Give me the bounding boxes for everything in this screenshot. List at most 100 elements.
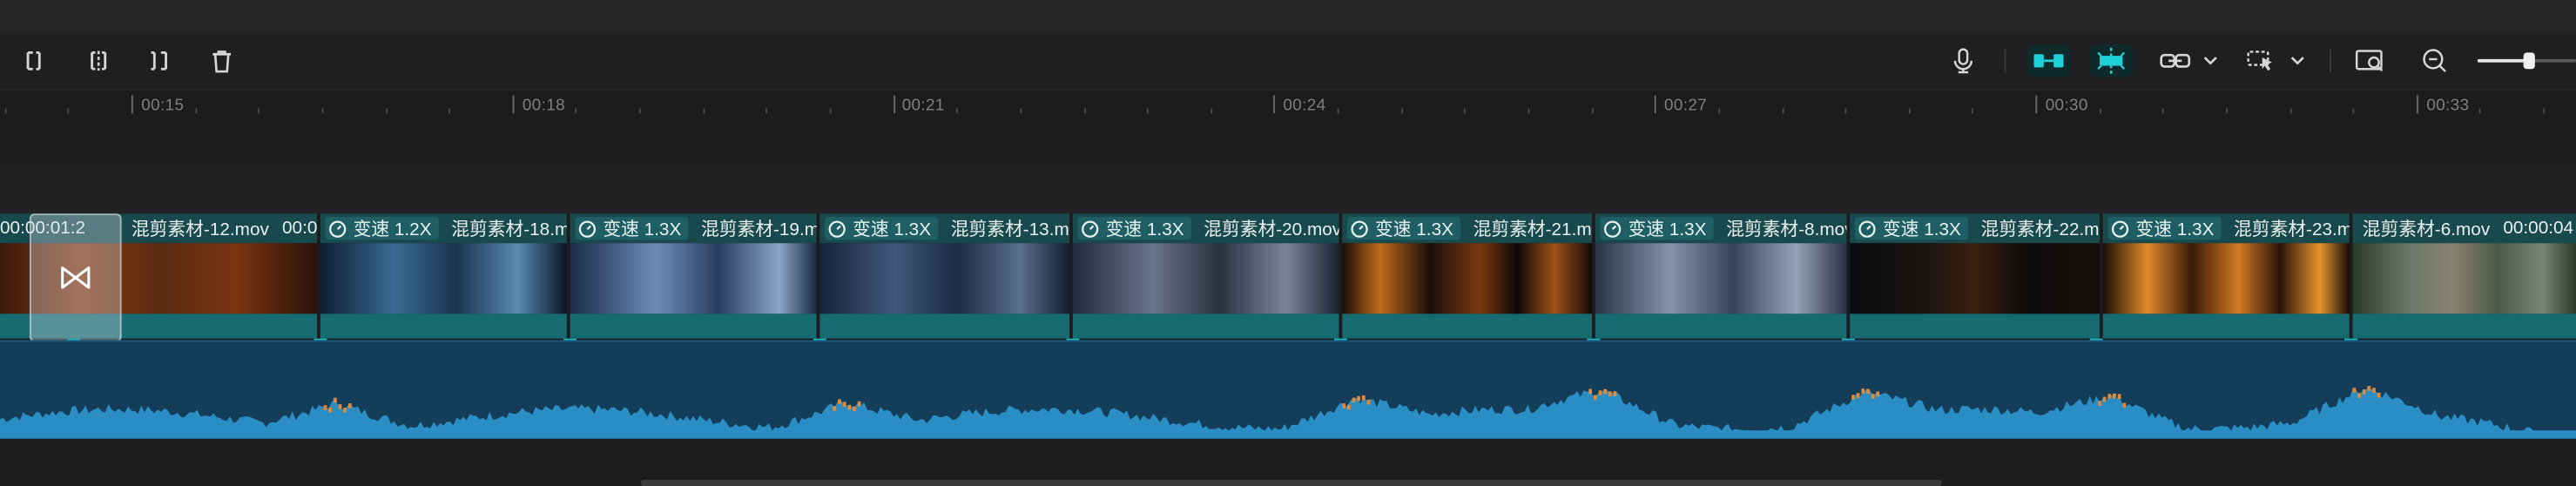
clip-thumbnails[interactable] [819, 243, 1070, 314]
waveform-peak [333, 397, 337, 403]
ruler-major-tick [131, 95, 133, 114]
speed-badge: 变速 1.3X [575, 217, 688, 240]
chevron-down-icon[interactable] [2287, 44, 2307, 78]
clip-footer[interactable] [1072, 314, 1339, 339]
clip-footer[interactable] [2352, 314, 2576, 339]
clip-footer[interactable] [819, 314, 1070, 339]
ruler-minor-tick [956, 108, 959, 114]
clip-header[interactable]: 混剪素材-6.mov 00:00:04 [2352, 213, 2576, 244]
ruler-minor-tick [2099, 108, 2101, 114]
audio-track[interactable] [0, 340, 2576, 441]
link-icon[interactable] [2157, 44, 2194, 78]
waveform-peak [2117, 394, 2121, 400]
split-right-icon[interactable] [145, 44, 174, 78]
screenshot-icon[interactable] [2352, 44, 2389, 78]
empty-track[interactable] [0, 164, 2576, 214]
split-center-icon[interactable] [84, 44, 113, 78]
speed-label: 变速 1.3X [1375, 219, 1453, 240]
clip-name: 混剪素材-20.mov [1204, 219, 1339, 240]
ruler-minor-tick [765, 108, 768, 114]
speed-badge: 变速 1.3X [1077, 217, 1191, 240]
clip-header[interactable]: 变速 1.3X 混剪素材-19.mo [570, 213, 817, 244]
ruler-minor-tick [2479, 108, 2482, 114]
ruler-minor-tick [1527, 108, 1530, 114]
waveform-peak [1876, 391, 1880, 397]
clip-thumbnails[interactable] [1595, 243, 1847, 314]
ruler-major-tick [2416, 95, 2418, 114]
ruler-minor-tick [2289, 108, 2291, 114]
clip-name: 混剪素材-22.mo [1980, 219, 2100, 240]
ruler-minor-tick [1972, 108, 1974, 114]
clip-footer[interactable] [1850, 314, 2100, 339]
waveform-peak [1871, 394, 1875, 399]
waveform-peak [1598, 390, 1602, 395]
clip-thumbnails[interactable] [570, 243, 817, 314]
chevron-down-icon[interactable] [2200, 44, 2220, 78]
clip-header[interactable]: 变速 1.3X 混剪素材-13.mo [819, 213, 1070, 244]
ruler-major-tick [512, 95, 515, 114]
waveform-peak [853, 406, 856, 412]
clip-thumbnails[interactable] [320, 243, 567, 314]
speed-label: 变速 1.3X [1882, 219, 1961, 240]
clip-header[interactable]: 变速 1.3X 混剪素材-22.mo [1850, 213, 2100, 244]
clip-thumbnails[interactable] [1850, 243, 2100, 314]
ruler-label: 00:30 [2045, 97, 2088, 116]
clip-thumbnails[interactable] [1342, 243, 1593, 314]
ruler-minor-tick [639, 108, 641, 114]
clip-footer[interactable] [320, 314, 567, 339]
clip-footer[interactable] [1595, 314, 1847, 339]
waveform-peak [838, 399, 841, 405]
waveform-peak [833, 406, 837, 411]
clip-thumbnails[interactable] [2352, 243, 2576, 314]
clip-header[interactable]: 变速 1.2X 混剪素材-18.mo [320, 213, 567, 244]
clip-header[interactable]: 变速 1.3X 混剪素材-8.mov [1595, 213, 1847, 244]
cursor-select-icon[interactable] [2244, 44, 2281, 78]
audio-waveform [0, 386, 2576, 441]
toolbar-separator [2004, 49, 2006, 73]
transition-block[interactable] [29, 213, 122, 342]
clip-header[interactable]: 变速 1.3X 混剪素材-20.mov [1072, 213, 1339, 244]
clip-footer[interactable] [2102, 314, 2350, 339]
ruler-minor-tick [1083, 108, 1086, 114]
ruler-label: 00:21 [901, 97, 945, 116]
ruler-minor-tick [1591, 108, 1594, 114]
horizontal-scrollbar[interactable] [640, 479, 1942, 486]
zoom-out-icon[interactable] [2418, 44, 2451, 78]
ruler-minor-tick [321, 108, 324, 114]
clip-header[interactable]: 变速 1.3X 混剪素材-21.mo [1342, 213, 1593, 244]
waveform-shape [0, 388, 2576, 441]
panel-top-bar [0, 0, 2576, 35]
speed-badge: 变速 1.3X [1854, 217, 1968, 240]
clip-duration: 00:00:04 [2503, 218, 2574, 239]
preview-axis-icon[interactable] [2089, 44, 2133, 78]
microphone-icon[interactable] [1948, 44, 1978, 78]
clip-footer[interactable] [570, 314, 817, 339]
magnet-link-icon[interactable] [2026, 44, 2070, 78]
zoom-slider[interactable] [2474, 44, 2576, 78]
waveform-peak [338, 404, 342, 409]
ruler-label: 00:15 [141, 97, 185, 116]
clip-footer[interactable] [1342, 314, 1593, 339]
clip-name: 混剪素材-23.mo [2234, 219, 2350, 240]
transition-icon [61, 266, 91, 289]
ruler-label: 00:27 [1664, 97, 1708, 116]
speed-icon [1351, 219, 1368, 237]
ruler-minor-tick [702, 108, 705, 114]
timeline-panel: 00:15 00:18 00:21 00:24 00:27 00:30 00:3… [0, 0, 2576, 486]
speed-icon [1082, 219, 1099, 237]
clip-thumbnails[interactable] [1072, 243, 1339, 314]
ruler-minor-tick [1210, 108, 1212, 114]
waveform-peak [2377, 392, 2381, 398]
ruler-minor-tick [1146, 108, 1149, 114]
clip-name: 混剪素材-21.mo [1473, 219, 1593, 240]
waveform-peak [1588, 388, 1593, 395]
ruler-minor-tick [1400, 108, 1403, 114]
time-ruler[interactable]: 00:15 00:18 00:21 00:24 00:27 00:30 00:3… [0, 90, 2576, 120]
empty-track[interactable] [0, 438, 2576, 486]
ruler-minor-tick [2352, 108, 2355, 114]
ruler-minor-tick [1717, 108, 1720, 114]
clip-thumbnails[interactable] [2102, 243, 2350, 314]
clip-header[interactable]: 变速 1.3X 混剪素材-23.mo [2102, 213, 2350, 244]
split-left-icon[interactable] [20, 44, 50, 78]
delete-icon[interactable] [207, 44, 237, 78]
